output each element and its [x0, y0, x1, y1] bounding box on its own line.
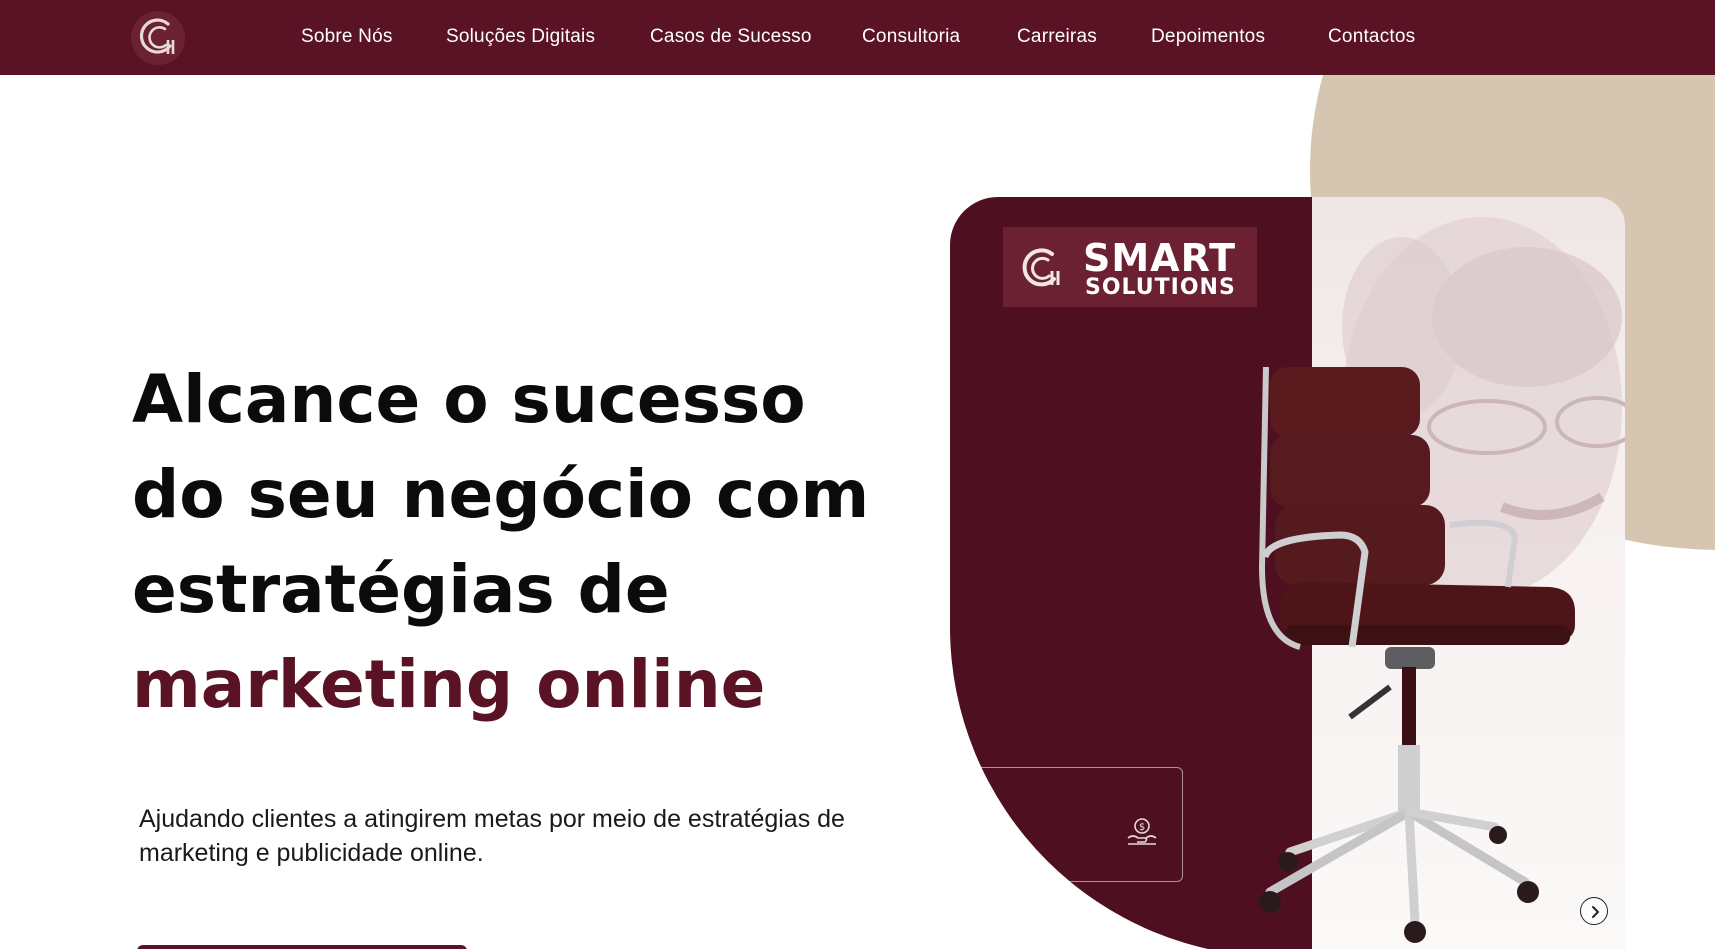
carousel-next-button[interactable] — [1580, 897, 1608, 925]
nav-link-consultoria[interactable]: Consultoria — [862, 26, 960, 48]
nav-link-sobre-nos[interactable]: Sobre Nós — [301, 26, 393, 48]
hero-headline: Alcance o sucesso do seu negócio com est… — [132, 352, 892, 732]
landing-page: Sobre Nós Soluções Digitais Casos de Suc… — [0, 0, 1715, 949]
nav-link-contactos[interactable]: Contactos — [1328, 26, 1415, 48]
cta-button[interactable] — [137, 945, 467, 949]
office-chair-image — [1258, 366, 1575, 943]
money-hand-icon: $ — [1127, 818, 1157, 845]
smart-solutions-badge: SMART SOLUTIONS — [1003, 227, 1257, 307]
brand-name-secondary: SOLUTIONS — [1085, 275, 1236, 300]
company-g-logo-icon — [1022, 248, 1060, 287]
hero-headline-line-1: Alcance o sucesso — [132, 361, 806, 438]
top-navigation-bar: Sobre Nós Soluções Digitais Casos de Suc… — [0, 0, 1715, 75]
nav-link-carreiras[interactable]: Carreiras — [1017, 26, 1097, 48]
svg-text:$: $ — [1139, 822, 1145, 833]
hero-headline-line-2: do seu negócio com — [132, 456, 870, 533]
service-info-box: $ — [960, 767, 1183, 882]
hero-headline-line-3: estratégias de — [132, 551, 670, 628]
hero-headline-accent: marketing online — [132, 646, 766, 723]
hero-subtitle: Ajudando clientes a atingirem metas por … — [139, 805, 845, 867]
nav-link-casos-de-sucesso[interactable]: Casos de Sucesso — [650, 26, 812, 48]
nav-link-solucoes-digitais[interactable]: Soluções Digitais — [446, 26, 595, 48]
brand-name-primary: SMART — [1083, 236, 1237, 280]
chevron-right-icon — [1592, 906, 1599, 918]
company-g-logo-icon[interactable] — [130, 10, 186, 66]
hero-image-card: SMART SOLUTIONS $ — [950, 197, 1625, 949]
nav-link-depoimentos[interactable]: Depoimentos — [1151, 26, 1265, 48]
